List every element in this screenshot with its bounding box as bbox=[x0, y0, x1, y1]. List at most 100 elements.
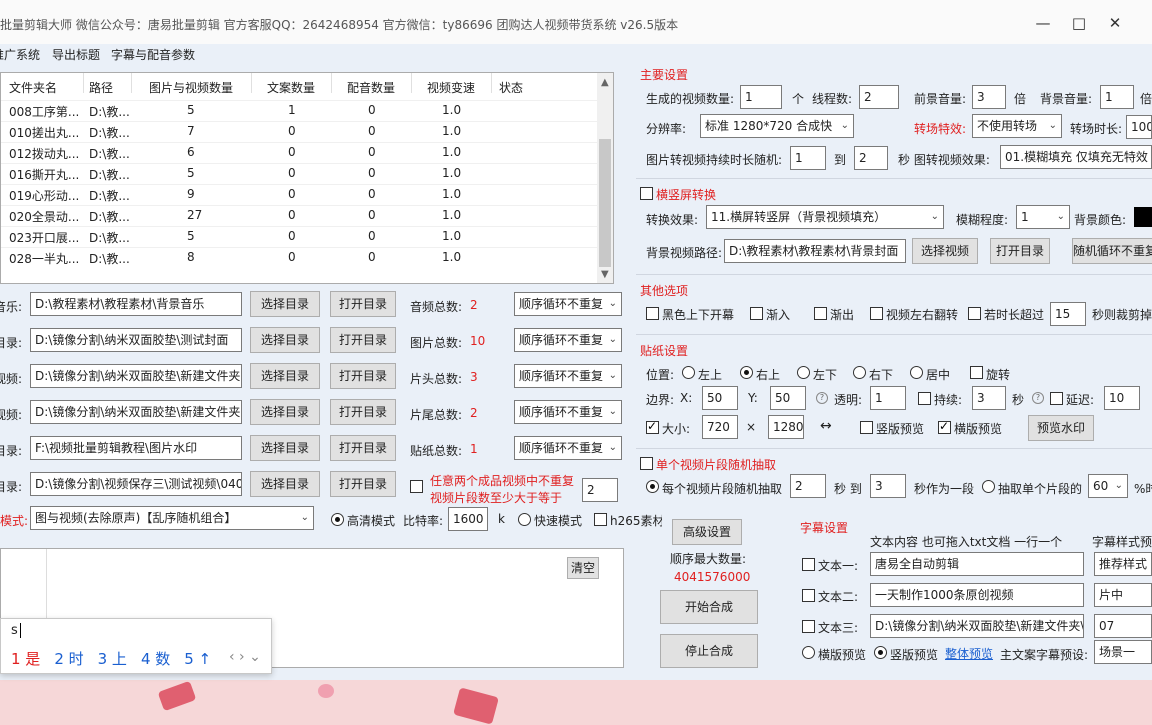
maximize-button[interactable]: □ bbox=[1064, 10, 1094, 36]
select-dir-button[interactable]: 选择目录 bbox=[250, 327, 320, 353]
table-cell[interactable]: 020全景动... bbox=[9, 208, 79, 225]
scroll-down-icon[interactable]: ▼ bbox=[601, 269, 609, 280]
table-cell[interactable]: 012拨动丸... bbox=[9, 145, 79, 162]
open-dir-button[interactable]: 打开目录 bbox=[330, 399, 396, 425]
advanced-settings-button[interactable]: 高级设置 bbox=[672, 519, 742, 545]
table-cell[interactable]: D:\教... bbox=[89, 124, 130, 141]
table-cell[interactable]: 1.0 bbox=[442, 229, 461, 243]
menu-export-title[interactable]: 导出标题 bbox=[52, 46, 100, 63]
table-cell[interactable]: 0 bbox=[368, 103, 376, 117]
table-cell[interactable]: 0 bbox=[368, 145, 376, 159]
pos-bottom-left-radio[interactable] bbox=[797, 366, 810, 379]
bg-color-swatch[interactable] bbox=[1134, 207, 1152, 227]
loop-mode-select[interactable]: 顺序循环不重复 ⌄ bbox=[514, 400, 622, 424]
table-cell[interactable]: 016撕开丸... bbox=[9, 166, 79, 183]
fade-out-checkbox[interactable] bbox=[814, 307, 827, 320]
subtitle-checkbox[interactable] bbox=[802, 558, 815, 571]
hd-mode-radio[interactable] bbox=[331, 513, 344, 526]
table-cell[interactable]: 1.0 bbox=[442, 145, 461, 159]
scroll-up-icon[interactable]: ▲ bbox=[601, 77, 609, 88]
opacity-input[interactable]: 1 bbox=[870, 386, 906, 410]
full-preview-link[interactable]: 整体预览 bbox=[945, 645, 993, 662]
table-cell[interactable]: 0 bbox=[368, 187, 376, 201]
segment-single-radio[interactable] bbox=[982, 480, 995, 493]
select-video-button[interactable]: 选择视频 bbox=[912, 238, 978, 264]
table-cell[interactable]: 1 bbox=[288, 103, 296, 117]
rotate-checkbox[interactable] bbox=[970, 366, 983, 379]
pos-top-left-radio[interactable] bbox=[682, 366, 695, 379]
select-dir-button[interactable]: 选择目录 bbox=[250, 363, 320, 389]
segment-each-radio[interactable] bbox=[646, 480, 659, 493]
dir-path-input[interactable]: D:\镜像分割\纳米双面胶垫\新建文件夹 bbox=[30, 364, 242, 388]
file-table[interactable]: 文件夹名 路径 图片与视频数量 文案数量 配音数量 视频变速 状态 008工序第… bbox=[0, 72, 614, 284]
segment-single-select[interactable]: 60 ⌄ bbox=[1088, 474, 1128, 498]
table-cell[interactable]: 0 bbox=[288, 250, 296, 264]
img-duration-from[interactable]: 1 bbox=[790, 146, 826, 170]
subtitle-text-input[interactable]: 唐易全自动剪辑 bbox=[870, 552, 1084, 576]
pos-bottom-right-radio[interactable] bbox=[853, 366, 866, 379]
close-button[interactable]: ✕ bbox=[1100, 10, 1130, 36]
threads-input[interactable]: 2 bbox=[859, 85, 899, 109]
table-cell[interactable]: 5 bbox=[187, 103, 195, 117]
transition-select[interactable]: 不使用转场 ⌄ bbox=[972, 114, 1062, 138]
select-dir-button[interactable]: 选择目录 bbox=[250, 291, 320, 317]
loop-mode-select[interactable]: 顺序循环不重复 ⌄ bbox=[514, 292, 622, 316]
table-cell[interactable]: D:\教... bbox=[89, 145, 130, 162]
open-bg-dir-button[interactable]: 打开目录 bbox=[990, 238, 1050, 264]
ime-candidate[interactable]: 1 是 bbox=[11, 650, 40, 668]
dir-path-input[interactable]: F:\视频批量剪辑教程\图片水印 bbox=[30, 436, 242, 460]
table-cell[interactable]: 1.0 bbox=[442, 187, 461, 201]
dir-path-input[interactable]: D:\镜像分割\视频保存三\测试视频\040 bbox=[30, 472, 242, 496]
dir-path-input[interactable]: D:\教程素材\教程素材\背景音乐 bbox=[30, 292, 242, 316]
table-cell[interactable]: 0 bbox=[368, 250, 376, 264]
ime-candidate[interactable]: 2 时 bbox=[54, 650, 83, 668]
h265-checkbox[interactable] bbox=[594, 513, 607, 526]
table-cell[interactable]: 028一半丸... bbox=[9, 250, 79, 267]
open-dir-button[interactable]: 打开目录 bbox=[330, 471, 396, 497]
segment-checkbox[interactable] bbox=[640, 457, 653, 470]
fast-mode-radio[interactable] bbox=[518, 513, 531, 526]
vertical-preview-checkbox[interactable] bbox=[860, 421, 873, 434]
table-cell[interactable]: 0 bbox=[368, 208, 376, 222]
table-cell[interactable]: 0 bbox=[288, 208, 296, 222]
loop-mode-select[interactable]: 顺序循环不重复 ⌄ bbox=[514, 364, 622, 388]
col-media-count[interactable]: 图片与视频数量 bbox=[149, 79, 233, 96]
table-cell[interactable]: 1.0 bbox=[442, 166, 461, 180]
width-input[interactable]: 720 bbox=[702, 415, 738, 439]
dir-path-input[interactable]: D:\镜像分割\纳米双面胶垫\测试封面 bbox=[30, 328, 242, 352]
resolution-select[interactable]: 标准 1280*720 合成快 ⌄ bbox=[700, 114, 854, 138]
scroll-thumb[interactable] bbox=[599, 139, 611, 267]
loop-mode-select[interactable]: 顺序循环不重复 ⌄ bbox=[514, 328, 622, 352]
fade-in-checkbox[interactable] bbox=[750, 307, 763, 320]
y-input[interactable]: 50 bbox=[770, 386, 806, 410]
stop-button[interactable]: 停止合成 bbox=[660, 634, 758, 668]
table-cell[interactable]: 1.0 bbox=[442, 124, 461, 138]
dup-check-checkbox[interactable] bbox=[410, 480, 423, 493]
col-folder[interactable]: 文件夹名 bbox=[9, 79, 57, 96]
open-dir-button[interactable]: 打开目录 bbox=[330, 435, 396, 461]
table-cell[interactable]: D:\教... bbox=[89, 229, 130, 246]
subtitle-style-select[interactable]: 片中 bbox=[1094, 583, 1152, 607]
fg-volume-input[interactable]: 3 bbox=[972, 85, 1006, 109]
subtitle-checkbox[interactable] bbox=[802, 589, 815, 602]
blur-select[interactable]: 1 ⌄ bbox=[1016, 205, 1070, 229]
table-cell[interactable]: 0 bbox=[368, 124, 376, 138]
delay-checkbox[interactable] bbox=[1050, 392, 1063, 405]
table-cell[interactable]: 8 bbox=[187, 250, 195, 264]
table-cell[interactable]: 0 bbox=[368, 166, 376, 180]
img-effect-select[interactable]: 01.模糊填充 仅填充无特效 bbox=[1000, 145, 1152, 169]
table-cell[interactable]: D:\教... bbox=[89, 103, 130, 120]
col-copy-count[interactable]: 文案数量 bbox=[267, 79, 315, 96]
size-checkbox[interactable] bbox=[646, 419, 659, 434]
transition-duration-input[interactable]: 100 bbox=[1126, 115, 1152, 139]
pos-top-right-radio[interactable] bbox=[740, 366, 753, 379]
video-count-input[interactable]: 1 bbox=[740, 85, 782, 109]
open-dir-button[interactable]: 打开目录 bbox=[330, 327, 396, 353]
dir-path-input[interactable]: D:\镜像分割\纳米双面胶垫\新建文件夹 bbox=[30, 400, 242, 424]
subtitle-text-input[interactable]: 一天制作1000条原创视频 bbox=[870, 583, 1084, 607]
select-dir-button[interactable]: 选择目录 bbox=[250, 399, 320, 425]
open-dir-button[interactable]: 打开目录 bbox=[330, 363, 396, 389]
subtitle-style-select[interactable]: 07 bbox=[1094, 614, 1152, 638]
subtitle-text-input[interactable]: D:\镜像分割\纳米双面胶垫\新建文件夹\ bbox=[870, 614, 1084, 638]
table-cell[interactable]: 023开口展... bbox=[9, 229, 79, 246]
